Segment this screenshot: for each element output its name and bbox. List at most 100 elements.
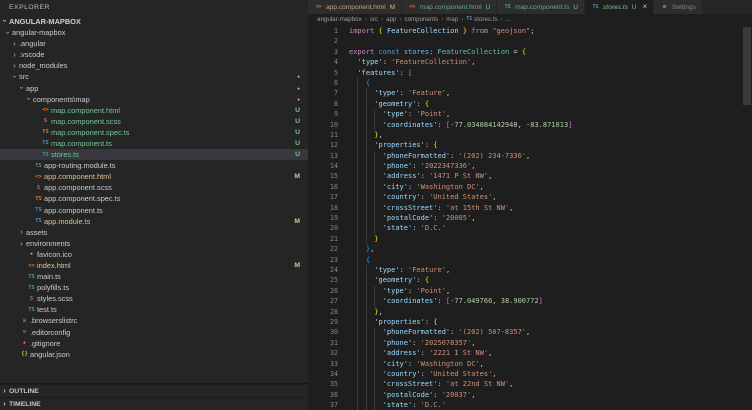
tree-item-index.html[interactable]: <>index.htmlM (0, 260, 308, 271)
tree-item-app-routing.module.ts[interactable]: TSapp-routing.module.ts (0, 160, 308, 171)
code-line-text: 'country': 'United States', (349, 369, 497, 379)
line-number: 2 (308, 36, 349, 46)
code-line[interactable]: 19'postalCode': '20005', (308, 213, 752, 223)
breadcrumb-item[interactable]: map (446, 16, 458, 23)
code-line[interactable]: 36'postalCode': '20037', (308, 390, 752, 400)
code-line[interactable]: 4'type': 'FeatureCollection', (308, 57, 752, 67)
tree-item-app.component.html[interactable]: <>app.component.htmlM (0, 171, 308, 182)
code-line[interactable]: 9'type': 'Point', (308, 109, 752, 119)
tree-item-app.component.ts[interactable]: TSapp.component.ts (0, 205, 308, 216)
tree-item-label: map.component.scss (51, 117, 121, 126)
close-icon[interactable]: × (642, 3, 647, 11)
breadcrumb-item[interactable]: app (386, 16, 396, 23)
code-line[interactable]: 31'phone': '2025078357', (308, 338, 752, 348)
breadcrumb-more[interactable]: ... (506, 16, 511, 23)
tree-item-angular.json[interactable]: {}angular.json (0, 349, 308, 360)
code-line[interactable]: 27'coordinates': [-77.049766, 38.900772] (308, 296, 752, 306)
modified-dot-icon: ● (297, 86, 300, 91)
tree-item-.browserslistrc[interactable]: ≡.browserslistrc (0, 315, 308, 326)
tree-item-styles.scss[interactable]: Sstyles.scss (0, 293, 308, 304)
code-line[interactable]: 23{ (308, 255, 752, 265)
code-line[interactable]: 33'city': 'Washington DC', (308, 359, 752, 369)
tree-item-app.component.spec.ts[interactable]: TSapp.component.spec.ts (0, 193, 308, 204)
editor-scrollbar[interactable] (743, 27, 751, 105)
code-line-text: 'state': 'D.C.' (349, 223, 446, 233)
line-number: 33 (308, 359, 349, 369)
code-editor[interactable]: 1import { FeatureCollection } from "geoj… (308, 25, 752, 410)
tree-item-.angular[interactable]: ›.angular (0, 38, 308, 49)
tree-item-favicon.ico[interactable]: ★favicon.ico (0, 249, 308, 260)
code-line[interactable]: 17'country': 'United States', (308, 192, 752, 202)
breadcrumb-item[interactable]: angular-mapbox (317, 16, 362, 23)
tree-item-label: assets (26, 228, 47, 237)
code-line[interactable]: 28}, (308, 307, 752, 317)
code-line[interactable]: 22}, (308, 244, 752, 254)
tree-item-label: main.ts (37, 272, 61, 281)
code-line[interactable]: 37'state': 'D.C.' (308, 400, 752, 410)
code-line[interactable]: 21} (308, 234, 752, 244)
tree-item-node-modules[interactable]: ›node_modules (0, 60, 308, 71)
breadcrumb-file[interactable]: TSstores.ts (466, 16, 497, 23)
tree-item-components-map[interactable]: ›components\map● (0, 94, 308, 105)
tree-item-test.ts[interactable]: TStest.ts (0, 304, 308, 315)
code-line[interactable]: 20'state': 'D.C.' (308, 223, 752, 233)
tree-item-assets[interactable]: ›assets (0, 227, 308, 238)
tree-item-main.ts[interactable]: TSmain.ts (0, 271, 308, 282)
code-line[interactable]: 6{ (308, 78, 752, 88)
code-line[interactable]: 15'address': '1471 P St NW', (308, 171, 752, 181)
code-line[interactable]: 7'type': 'Feature', (308, 88, 752, 98)
tree-item-map.component.html[interactable]: <>map.component.htmlU (0, 105, 308, 116)
code-line-text: 'phoneFormatted': '(202) 234-7336', (349, 151, 530, 161)
code-line-text: 'country': 'United States', (349, 192, 497, 202)
code-line[interactable]: 14'phone': '2022347336', (308, 161, 752, 171)
timeline-section[interactable]: › TIMELINE (0, 397, 308, 410)
tab-stores.ts[interactable]: TSstores.tsU× (585, 0, 654, 14)
code-line[interactable]: 5'features': [ (308, 68, 752, 78)
outline-section[interactable]: › OUTLINE (0, 384, 308, 397)
tree-item-.gitignore[interactable]: ◆.gitignore (0, 338, 308, 349)
tree-item-.editorconfig[interactable]: ⚙.editorconfig (0, 327, 308, 338)
tab-app.component.html[interactable]: <>app.component.htmlM (308, 0, 402, 14)
tree-item-environments[interactable]: ›environments (0, 238, 308, 249)
tree-item-map.component.ts[interactable]: TSmap.component.tsU (0, 138, 308, 149)
code-line[interactable]: 25'geometry': { (308, 275, 752, 285)
breadcrumb-item[interactable]: src (370, 16, 378, 23)
tree-item-app[interactable]: ›app● (0, 82, 308, 93)
code-line[interactable]: 26'type': 'Point', (308, 286, 752, 296)
tree-item-angular-mapbox[interactable]: ›angular-mapbox (0, 27, 308, 38)
code-line[interactable]: 10'coordinates': [-77.034084142948, -83.… (308, 120, 752, 130)
tree-item-label: index.html (37, 261, 71, 270)
code-line[interactable]: 12'properties': { (308, 140, 752, 150)
tree-item-stores.ts[interactable]: TSstores.tsU (0, 149, 308, 160)
code-line[interactable]: 13'phoneFormatted': '(202) 234-7336', (308, 151, 752, 161)
tab-map.component.ts[interactable]: TSmap.component.tsU (497, 0, 585, 14)
code-line[interactable]: 34'country': 'United States', (308, 369, 752, 379)
tree-item-polyfills.ts[interactable]: TSpolyfills.ts (0, 282, 308, 293)
code-line-text: 'properties': { (349, 140, 438, 150)
code-line[interactable]: 32'address': '2221 I St NW', (308, 348, 752, 358)
code-line[interactable]: 3export const stores: FeatureCollection … (308, 47, 752, 57)
code-line-text: 'type': 'Feature', (349, 88, 450, 98)
code-line[interactable]: 1import { FeatureCollection } from "geoj… (308, 26, 752, 36)
tree-item-app.component.scss[interactable]: Sapp.component.scss (0, 182, 308, 193)
code-line[interactable]: 18'crossStreet': 'at 15th St NW', (308, 203, 752, 213)
tree-item-map.component.scss[interactable]: Smap.component.scssU (0, 116, 308, 127)
code-line[interactable]: 8'geometry': { (308, 99, 752, 109)
code-line[interactable]: 35'crossStreet': 'at 22nd St NW', (308, 379, 752, 389)
code-line[interactable]: 30'phoneFormatted': '(202) 507-8357', (308, 327, 752, 337)
code-line[interactable]: 29'properties': { (308, 317, 752, 327)
workspace-root[interactable]: › ANGULAR-MAPBOX (0, 15, 308, 27)
code-line[interactable]: 16'city': 'Washington DC', (308, 182, 752, 192)
ts-icon: TS (40, 140, 51, 146)
tab-map.component.html[interactable]: <>map.component.htmlU (402, 0, 497, 14)
code-line[interactable]: 2 (308, 36, 752, 46)
breadcrumb-item[interactable]: components (404, 16, 438, 23)
tree-item-map.component.spec.ts[interactable]: TSmap.component.spec.tsU (0, 127, 308, 138)
tree-item-.vscode[interactable]: ›.vscode (0, 49, 308, 60)
code-line[interactable]: 11}, (308, 130, 752, 140)
tab-settings[interactable]: ⚙Settings (654, 0, 703, 14)
code-line[interactable]: 24'type': 'Feature', (308, 265, 752, 275)
tree-item-src[interactable]: ›src● (0, 71, 308, 82)
tree-item-app.module.ts[interactable]: TSapp.module.tsM (0, 216, 308, 227)
tree-item-label: app-routing.module.ts (44, 161, 116, 170)
